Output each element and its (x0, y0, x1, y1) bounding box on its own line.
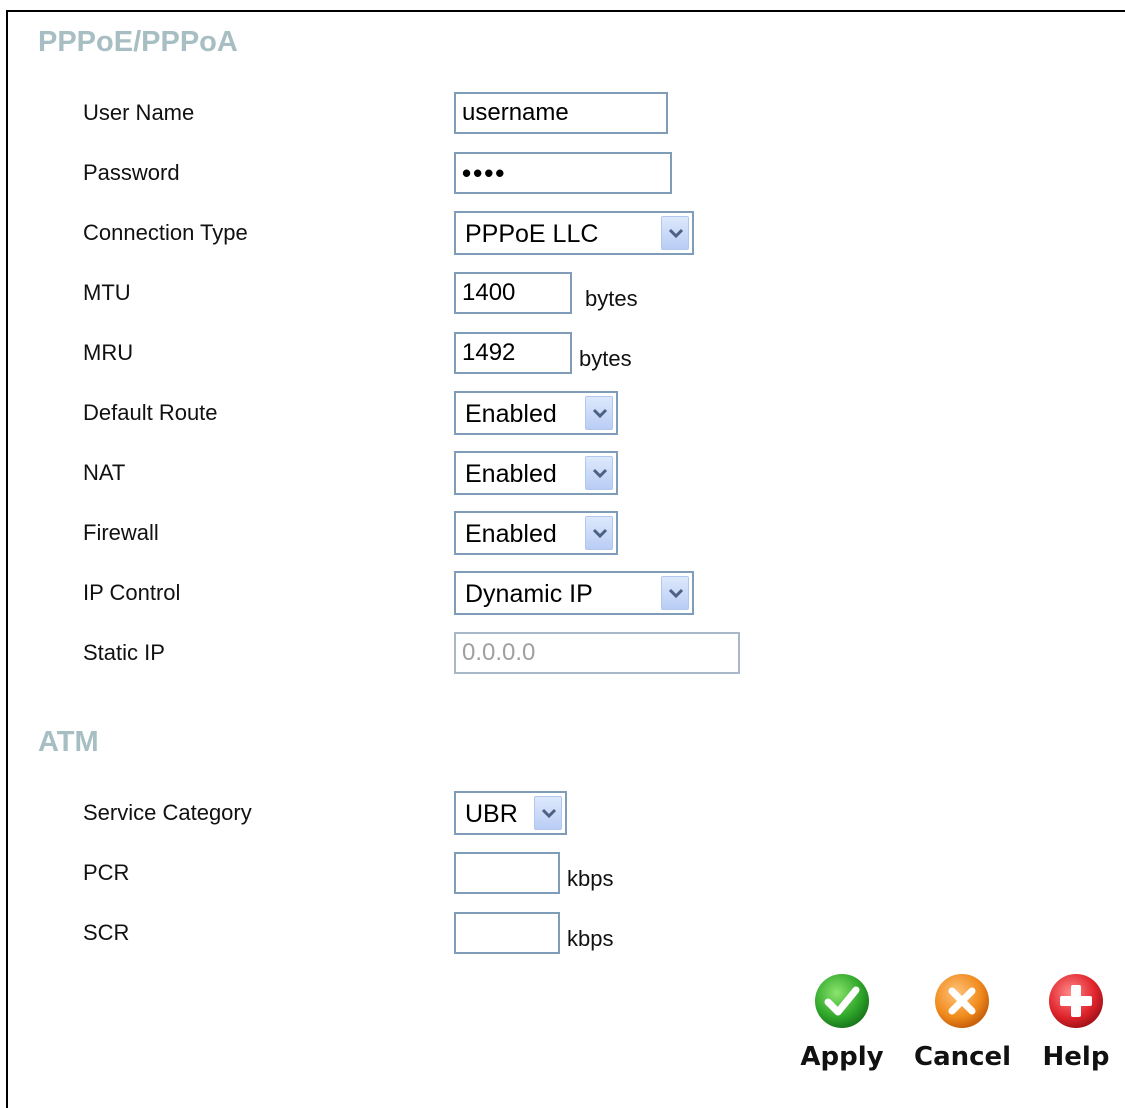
pcr-unit: kbps (567, 866, 614, 891)
service-category-select[interactable]: UBR (454, 791, 567, 835)
static-ip-input[interactable] (454, 632, 740, 674)
service-category-value: UBR (465, 800, 518, 828)
help-label: Help (1042, 1042, 1110, 1072)
ip-control-label: IP Control (83, 580, 181, 605)
apply-button[interactable]: Apply (794, 972, 890, 1082)
scr-unit: kbps (567, 926, 614, 951)
connection-type-label: Connection Type (83, 220, 248, 245)
close-icon (935, 974, 989, 1028)
connection-type-select[interactable]: PPPoE LLC (454, 211, 694, 255)
help-button[interactable]: Help (1028, 972, 1124, 1082)
cancel-button[interactable]: Cancel (914, 972, 1012, 1082)
chevron-down-icon (661, 216, 689, 250)
nat-select[interactable]: Enabled (454, 451, 618, 495)
mru-unit: bytes (579, 346, 632, 371)
default-route-select[interactable]: Enabled (454, 391, 618, 435)
chevron-down-icon (534, 796, 562, 830)
nat-value: Enabled (465, 460, 557, 488)
pcr-input[interactable] (454, 852, 560, 894)
chevron-down-icon (585, 516, 613, 550)
settings-panel: PPPoE/PPPoA User Name Password Connectio… (6, 10, 1125, 1108)
mtu-input[interactable] (454, 272, 572, 314)
pcr-label: PCR (83, 860, 130, 885)
firewall-select[interactable]: Enabled (454, 511, 618, 555)
chevron-down-icon (585, 396, 613, 430)
connection-type-value: PPPoE LLC (465, 220, 599, 248)
static-ip-label: Static IP (83, 640, 165, 665)
apply-label: Apply (800, 1042, 884, 1072)
ip-control-value: Dynamic IP (465, 580, 593, 608)
service-category-label: Service Category (83, 800, 252, 825)
password-input[interactable] (454, 152, 672, 194)
password-label: Password (83, 160, 180, 185)
mtu-label: MTU (83, 280, 131, 305)
nat-label: NAT (83, 460, 126, 485)
pppoe-section-heading: PPPoE/PPPoA (38, 26, 238, 58)
cancel-label: Cancel (914, 1042, 1012, 1072)
chevron-down-icon (585, 456, 613, 490)
mru-input[interactable] (454, 332, 572, 374)
mru-label: MRU (83, 340, 134, 365)
default-route-label: Default Route (83, 400, 218, 425)
username-input[interactable] (454, 92, 668, 134)
chevron-down-icon (661, 576, 689, 610)
plus-icon (1049, 974, 1103, 1028)
ip-control-select[interactable]: Dynamic IP (454, 571, 694, 615)
atm-section-heading: ATM (38, 726, 99, 758)
username-label: User Name (83, 100, 195, 125)
firewall-value: Enabled (465, 520, 557, 548)
mtu-unit: bytes (585, 286, 638, 311)
firewall-label: Firewall (83, 520, 159, 545)
scr-input[interactable] (454, 912, 560, 954)
default-route-value: Enabled (465, 400, 557, 428)
scr-label: SCR (83, 920, 130, 945)
checkmark-icon (815, 974, 869, 1028)
